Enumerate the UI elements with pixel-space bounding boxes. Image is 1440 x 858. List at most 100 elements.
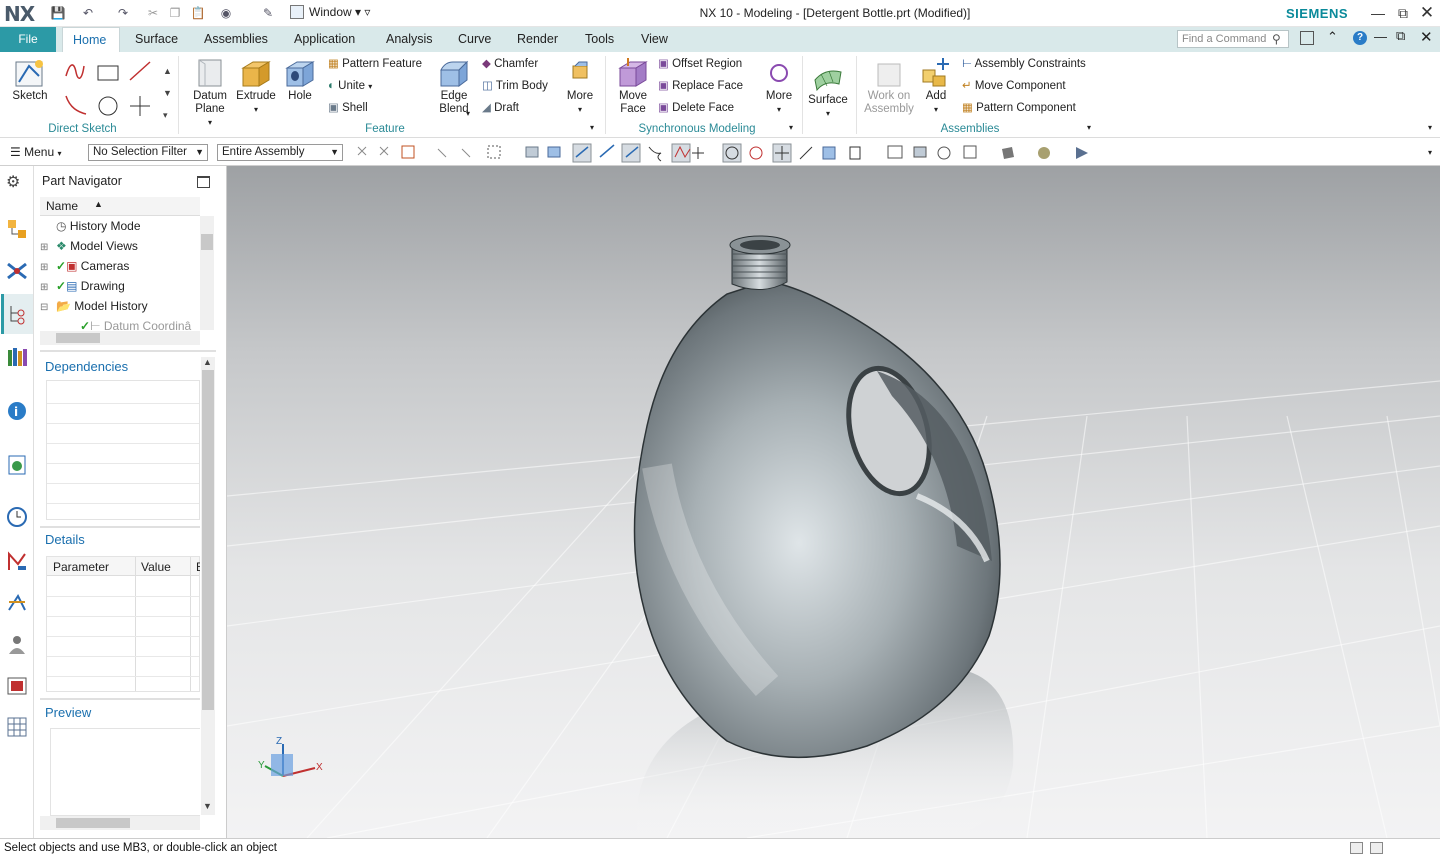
doc-minimize-icon[interactable]: —	[1374, 29, 1387, 44]
tab-tools[interactable]: Tools	[575, 27, 624, 52]
add-component-button[interactable]: Add ▾	[918, 56, 954, 116]
move-face-button[interactable]: Move Face	[612, 56, 654, 116]
trim-body-button[interactable]: ◫ Trim Body	[482, 79, 548, 93]
scroll-down-icon[interactable]: ▼	[203, 801, 212, 811]
sketch-button[interactable]: Sketch	[10, 56, 50, 103]
snap-point-toolbar[interactable]	[352, 143, 1112, 163]
copy-icon[interactable]: ❐	[167, 5, 183, 21]
pattern-feature-button[interactable]: ▦ Pattern Feature	[328, 57, 422, 71]
edge-blend-dropdown[interactable]: ▾	[466, 109, 470, 118]
column-name-header[interactable]: Name	[46, 199, 78, 213]
tab-render[interactable]: Render	[507, 27, 568, 52]
details-header[interactable]: Details	[45, 532, 85, 547]
window-menu[interactable]: Window ▾ ▿	[309, 5, 370, 19]
tree-row-model-history[interactable]: ⊟ 📂 Model History	[40, 296, 148, 316]
settings-gear-icon[interactable]: ⚙	[6, 172, 20, 192]
work-on-assembly-button[interactable]: Work on Assembly	[862, 56, 916, 116]
panel-splitter[interactable]	[40, 698, 200, 700]
chamfer-button[interactable]: ◆ Chamfer	[482, 57, 538, 71]
assembly-constraints-button[interactable]: ⊢ Assembly Constraints	[962, 57, 1086, 71]
save-icon[interactable]: 💾	[50, 5, 66, 21]
hole-button[interactable]: Hole	[280, 56, 320, 103]
close-icon[interactable]: ✕	[1416, 3, 1438, 23]
doc-close-icon[interactable]: ✕	[1420, 28, 1433, 46]
navigator-hscroll-thumb[interactable]	[56, 333, 100, 343]
paste-icon[interactable]: 📋	[190, 5, 206, 21]
detergent-bottle-model[interactable]	[633, 235, 1001, 759]
collapse-ribbon-icon[interactable]: ⌃	[1327, 29, 1338, 45]
find-search-icon[interactable]: ⚲	[1272, 32, 1281, 46]
tree-row-cameras[interactable]: ⊞ ✓▣ Cameras	[40, 256, 129, 276]
tab-home[interactable]: Home	[62, 27, 120, 52]
scroll-up-icon[interactable]: ▲	[203, 357, 212, 367]
replace-face-button[interactable]: ▣ Replace Face	[658, 79, 743, 93]
web-browser-icon[interactable]	[6, 454, 28, 476]
panel-splitter[interactable]	[40, 526, 200, 528]
extrude-button[interactable]: Extrude ▾	[234, 56, 278, 116]
unite-button[interactable]: ◐ Unite ▾	[328, 79, 372, 94]
redo-icon[interactable]: ↷	[115, 5, 131, 21]
reuse-library-icon[interactable]	[6, 346, 28, 368]
delete-face-button[interactable]: ▣ Delete Face	[658, 101, 734, 115]
datum-plane-button[interactable]: Datum Plane ▾	[188, 56, 232, 129]
ribbon-options-dropdown[interactable]: ▾	[1428, 123, 1432, 132]
tab-analysis[interactable]: Analysis	[376, 27, 443, 52]
palette-grid-icon[interactable]	[6, 716, 28, 738]
tab-assemblies[interactable]: Assemblies	[194, 27, 278, 52]
tree-row-drawing[interactable]: ⊞ ✓▤ Drawing	[40, 276, 125, 296]
model-viewport-svg[interactable]	[227, 166, 1440, 838]
column-parameter[interactable]: Parameter	[53, 560, 109, 574]
tab-application[interactable]: Application	[284, 27, 365, 52]
system-scenes-icon[interactable]	[6, 675, 28, 697]
panel-maximize-icon[interactable]	[197, 176, 210, 188]
tab-view[interactable]: View	[631, 27, 678, 52]
roles-icon[interactable]	[6, 634, 28, 656]
assemblies-group-dropdown[interactable]: ▾	[1087, 123, 1091, 132]
sketch-gallery-arrows[interactable]: ▲ ▼ ▾	[163, 60, 172, 126]
feature-more-button[interactable]: More ▾	[563, 56, 597, 116]
manufacturing-wizard-icon[interactable]	[6, 592, 28, 614]
doc-restore-icon[interactable]: ⧉	[1396, 28, 1405, 44]
render-style-icon[interactable]: ◉	[218, 5, 234, 21]
dependencies-header[interactable]: Dependencies	[45, 359, 128, 374]
edge-blend-button[interactable]: Edge Blend	[432, 56, 476, 116]
selection-filter-dropdown[interactable]: No Selection Filter ▼	[88, 144, 208, 161]
lower-panel-vscroll-thumb[interactable]	[202, 370, 214, 710]
sync-more-button[interactable]: More ▾	[762, 56, 796, 116]
resource-bar-icon[interactable]	[1300, 31, 1314, 45]
column-value[interactable]: Value	[141, 560, 171, 574]
history-clock-icon[interactable]	[6, 506, 28, 528]
lower-panel-hscroll-thumb[interactable]	[56, 818, 130, 828]
tree-row-model-views[interactable]: ⊞ ❖ Model Views	[40, 236, 138, 256]
navigator-vscroll-thumb[interactable]	[201, 234, 213, 250]
toolbar-options-dropdown[interactable]: ▾	[1428, 148, 1432, 157]
help-icon[interactable]: ?	[1353, 31, 1367, 45]
tab-curve[interactable]: Curve	[448, 27, 501, 52]
selection-scope-dropdown[interactable]: Entire Assembly ▼	[217, 144, 343, 161]
column-expression[interactable]: E	[196, 560, 200, 574]
surface-button[interactable]: Surface ▾	[806, 60, 850, 120]
hd3d-tools-icon[interactable]: i	[6, 400, 28, 422]
graphics-window[interactable]	[227, 166, 1440, 838]
assembly-navigator-icon[interactable]	[6, 218, 28, 240]
undo-icon[interactable]: ↶	[80, 5, 96, 21]
minimize-icon[interactable]: —	[1367, 3, 1389, 23]
move-component-button[interactable]: ↵ Move Component	[962, 79, 1066, 93]
sync-group-dropdown[interactable]: ▾	[789, 123, 793, 132]
tab-surface[interactable]: Surface	[125, 27, 188, 52]
status-icon-2[interactable]	[1370, 842, 1383, 854]
tab-file[interactable]: File	[0, 27, 56, 52]
cut-icon[interactable]: ✂	[145, 5, 161, 21]
feature-group-dropdown[interactable]: ▾	[590, 123, 594, 132]
preview-header[interactable]: Preview	[45, 705, 91, 720]
menu-button[interactable]: ☰ Menu ▾	[10, 145, 62, 159]
pattern-component-button[interactable]: ▦ Pattern Component	[962, 101, 1076, 115]
constraint-navigator-icon[interactable]	[6, 260, 28, 282]
sketch-curve-tools[interactable]	[60, 58, 160, 118]
view-triad[interactable]	[255, 736, 330, 786]
status-icon-1[interactable]	[1350, 842, 1363, 854]
touch-mode-icon[interactable]: ✎	[260, 5, 276, 21]
shell-button[interactable]: ▣ Shell	[328, 101, 368, 115]
process-studio-icon[interactable]	[6, 550, 28, 572]
offset-region-button[interactable]: ▣ Offset Region	[658, 57, 742, 71]
